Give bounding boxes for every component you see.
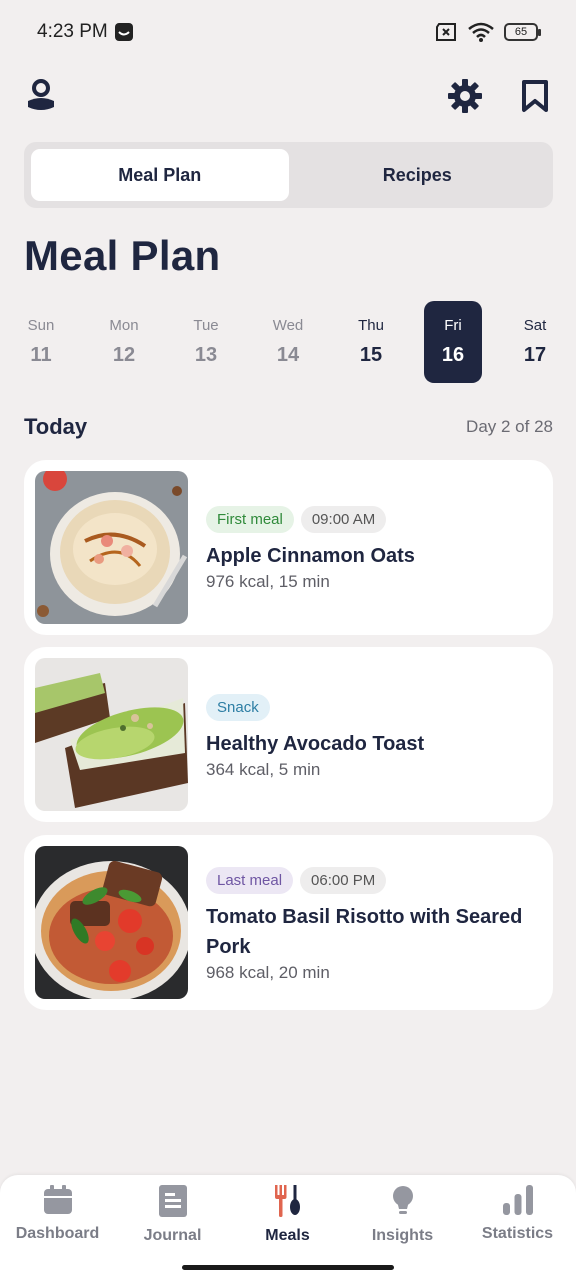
meal-card-snack[interactable]: Snack Healthy Avocado Toast 364 kcal, 5 …: [24, 647, 553, 822]
day-fri-selected[interactable]: Fri 16: [424, 301, 482, 383]
home-indicator[interactable]: [182, 1265, 394, 1270]
day-name: Sat: [523, 317, 547, 334]
wifi-icon: [468, 22, 494, 42]
day-sat[interactable]: Sat 17: [506, 301, 564, 383]
notification-icon: [114, 23, 133, 41]
day-tue[interactable]: Tue 13: [177, 301, 235, 383]
section-title: Today: [24, 414, 88, 439]
meal-image-risotto: [35, 846, 188, 999]
meal-card-body: Last meal 06:00 PM Tomato Basil Risotto …: [206, 867, 537, 983]
day-name: Thu: [358, 317, 384, 334]
day-name: Tue: [193, 317, 219, 334]
nav-label: Statistics: [481, 1225, 554, 1242]
meal-image-avocado-toast: [35, 658, 188, 811]
bookmark-button[interactable]: [513, 74, 557, 118]
page-title: Meal Plan: [24, 232, 221, 279]
day-thu[interactable]: Thu 15: [342, 301, 400, 383]
nav-meals[interactable]: Meals: [230, 1185, 345, 1255]
calendar-icon: [43, 1185, 72, 1214]
meal-title: Healthy Avocado Toast: [206, 733, 425, 755]
week-strip: Sun 11 Mon 12 Tue 13 Wed 14 Thu 15 Fri 1…: [0, 301, 576, 383]
status-time: 4:23 PM: [37, 21, 108, 42]
today-header: Today Day 2 of 28: [24, 414, 553, 440]
day-number: 14: [276, 344, 300, 366]
settings-button[interactable]: [443, 74, 487, 118]
meal-card-body: First meal 09:00 AM Apple Cinnamon Oats …: [206, 506, 537, 592]
view-switcher: Meal Plan Recipes: [24, 142, 553, 208]
meal-title: Tomato Basil Risotto with Seared Pork: [206, 906, 523, 958]
meal-meta: 364 kcal, 5 min: [206, 760, 321, 779]
bar-chart-icon: [502, 1185, 533, 1215]
nav-label: Journal: [143, 1227, 202, 1244]
top-toolbar: [0, 74, 576, 118]
plan-progress: Day 2 of 28: [466, 417, 553, 436]
day-number: 15: [359, 344, 383, 366]
no-sim-icon: [436, 23, 456, 41]
status-right: 65: [434, 22, 541, 42]
meal-type-badge: Snack: [206, 694, 270, 721]
status-left: 4:23 PM: [37, 21, 134, 43]
meal-time-badge: 09:00 AM: [300, 506, 387, 533]
bookmark-icon: [522, 80, 548, 112]
fork-spoon-icon: [274, 1185, 300, 1217]
profile-icon: [28, 79, 54, 110]
meal-card-last[interactable]: Last meal 06:00 PM Tomato Basil Risotto …: [24, 835, 553, 1010]
meal-type-badge: First meal: [206, 506, 294, 533]
day-name: Wed: [272, 317, 304, 334]
nav-label: Meals: [265, 1227, 310, 1244]
nav-statistics[interactable]: Statistics: [460, 1185, 575, 1255]
lightbulb-icon: [392, 1186, 413, 1214]
battery-level: 65: [514, 26, 528, 38]
day-name: Mon: [109, 317, 139, 334]
nav-label: Insights: [371, 1227, 434, 1244]
day-number: 17: [523, 344, 547, 366]
day-number: 11: [30, 344, 52, 366]
tab-recipes[interactable]: Recipes: [289, 149, 547, 201]
battery-icon: 65: [504, 23, 541, 41]
profile-button[interactable]: [19, 74, 63, 118]
day-mon[interactable]: Mon 12: [95, 301, 153, 383]
nav-insights[interactable]: Insights: [345, 1185, 460, 1255]
journal-icon: [158, 1185, 187, 1217]
meal-meta: 968 kcal, 20 min: [206, 963, 330, 982]
nav-label: Dashboard: [15, 1225, 100, 1242]
nav-journal[interactable]: Journal: [115, 1185, 230, 1255]
day-wed[interactable]: Wed 14: [259, 301, 317, 383]
meal-meta: 976 kcal, 15 min: [206, 572, 330, 591]
meal-image-oats: [35, 471, 188, 624]
meal-title: Apple Cinnamon Oats: [206, 545, 415, 567]
day-number: 16: [441, 344, 465, 366]
meal-card-body: Snack Healthy Avocado Toast 364 kcal, 5 …: [206, 694, 537, 780]
tab-meal-plan[interactable]: Meal Plan: [31, 149, 289, 201]
gear-icon: [448, 79, 482, 113]
meal-card-first[interactable]: First meal 09:00 AM Apple Cinnamon Oats …: [24, 460, 553, 635]
day-sun[interactable]: Sun 11: [12, 301, 70, 383]
meal-tags: Last meal 06:00 PM: [206, 867, 537, 894]
meal-type-badge: Last meal: [206, 867, 294, 894]
nav-dashboard[interactable]: Dashboard: [0, 1185, 115, 1255]
day-number: 12: [112, 344, 136, 366]
meal-tags: Snack: [206, 694, 537, 721]
day-name: Fri: [444, 317, 462, 334]
day-name: Sun: [27, 317, 55, 334]
day-number: 13: [194, 344, 218, 366]
meal-time-badge: 06:00 PM: [300, 867, 387, 894]
status-bar: 4:23 PM 65: [0, 0, 576, 64]
meal-tags: First meal 09:00 AM: [206, 506, 537, 533]
